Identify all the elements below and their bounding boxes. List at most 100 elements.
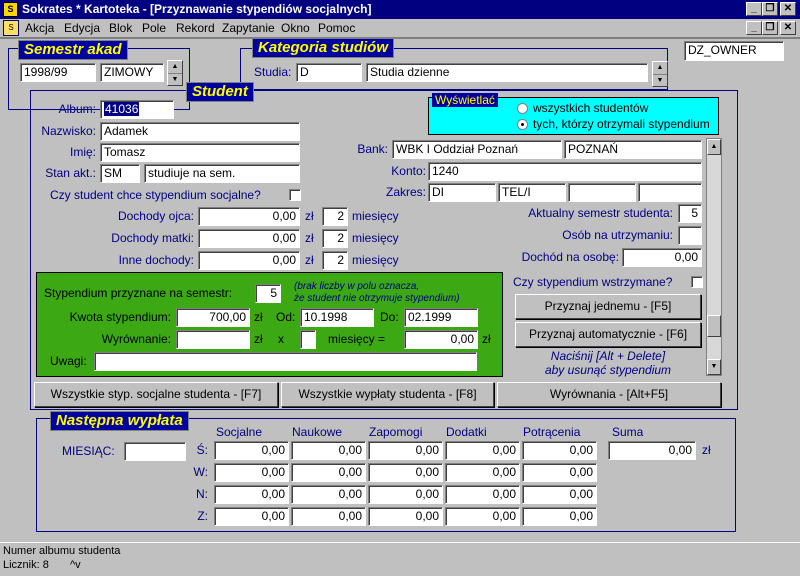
menu-akcja[interactable]: Akcja [25,21,54,35]
child-minimize-button[interactable]: _ [746,21,762,35]
zakres-field-1[interactable]: DI [428,183,496,202]
kwota-label: Kwota stypendium: [69,310,171,324]
cell-w-naukowe: 0,00 [291,463,366,482]
do-field[interactable]: 02.1999 [404,308,478,327]
scroll-thumb[interactable] [707,315,721,337]
semestr-caption: Semestr akad [18,40,128,60]
semestr-season-field[interactable]: ZIMOWY [100,63,164,82]
child-close-button[interactable]: ✕ [780,21,796,35]
zl-label: zł [305,209,314,223]
wszystkie-wyplaty-button[interactable]: Wszystkie wypłaty studenta - [F8] [281,382,494,407]
status-bar: Numer albumu studenta Licznik: 8 ^v [0,542,800,576]
spin-up-icon[interactable]: ▲ [168,61,182,73]
scroll-down-icon[interactable]: ▼ [707,359,721,375]
menu-rekord[interactable]: Rekord [176,21,215,35]
bank-label: Bank: [357,142,388,156]
header-naukowe: Naukowe [292,425,343,439]
od-label: Od: [276,310,296,324]
radio-with-scholarship[interactable] [517,119,528,130]
dochody-ojca-months-field[interactable]: 2 [322,207,348,226]
cell-z-zapomogi: 0,00 [368,507,443,526]
imie-label: Imię: [69,145,96,159]
semestr-spinner[interactable]: ▲ ▼ [167,60,183,86]
nazwisko-label: Nazwisko: [41,124,96,138]
wyrownanie-months-field[interactable] [300,330,316,349]
bank-name-field[interactable]: WBK I Oddział Poznań [392,140,562,159]
chce-label: Czy student chce stypendium socjalne? [50,188,261,202]
dochody-ojca-field[interactable]: 0,00 [198,207,300,226]
imie-field[interactable]: Tomasz [100,143,300,162]
wyswietlac-caption: Wyświetlać [432,93,498,107]
delete-hint: Naciśnij [Alt + Delete] aby usunąć stype… [510,349,706,377]
menu-zapytanie[interactable]: Zapytanie [222,21,275,35]
cell-z-socjalne: 0,00 [214,507,289,526]
przyznaj-jednemu-button[interactable]: Przyznaj jednemu - [F5] [515,294,701,319]
menu-blok[interactable]: Blok [109,21,132,35]
wstrzymane-label: Czy stypendium wstrzymane? [513,275,673,289]
wstrzymane-checkbox[interactable] [691,276,703,288]
wyrownania-button[interactable]: Wyrównania - [Alt+F5] [497,382,721,407]
sem-przyznany-field[interactable]: 5 [255,284,281,303]
zakres-field-2[interactable]: TEL/I [498,183,566,202]
row-label-n: N: [196,487,208,501]
studia-name-field[interactable]: Studia dzienne [366,63,648,82]
radio-all-students[interactable] [517,103,528,114]
miesiac-field[interactable] [124,442,186,461]
osob-label: Osób na utrzymaniu: [562,228,673,242]
kwota-field[interactable]: 700,00 [176,308,250,327]
menu-pole[interactable]: Pole [142,21,166,35]
minimize-button[interactable]: _ [746,2,762,16]
kategoria-spinner[interactable]: ▲ ▼ [652,61,668,87]
dochody-matki-months-field[interactable]: 2 [322,229,348,248]
close-button[interactable]: ✕ [780,2,796,16]
konto-field[interactable]: 1240 [428,162,702,181]
cell-s-dodatki: 0,00 [445,441,520,460]
stan-code-field[interactable]: SM [100,164,140,183]
kwota-zl-label: zł [254,310,263,324]
radio-with-scholarship-label: tych, którzy otrzymali stypendium [533,117,710,131]
dochody-matki-field[interactable]: 0,00 [198,229,300,248]
status-message: Numer albumu studenta [3,545,121,557]
zakres-field-3[interactable] [568,183,636,202]
osob-field[interactable] [678,226,702,245]
nazwisko-field[interactable]: Adamek [100,122,300,141]
wyrownanie-zl-label: zł [254,332,263,346]
maximize-button[interactable]: ❐ [762,2,778,16]
header-zapomogi: Zapomogi [369,425,423,439]
chce-checkbox[interactable] [289,189,301,201]
wyrownanie-total-zl-label: zł [482,332,491,346]
spin-up-icon[interactable]: ▲ [653,62,667,74]
menu-okno[interactable]: Okno [281,21,310,35]
wyrownanie-field[interactable] [176,330,250,349]
scroll-up-icon[interactable]: ▲ [707,139,721,155]
studia-code-field[interactable]: D [296,63,362,82]
row-label-w: W: [193,465,208,479]
records-scrollbar[interactable]: ▲ ▼ [706,138,722,376]
cell-s-naukowe: 0,00 [291,441,366,460]
child-restore-button[interactable]: ❐ [762,21,778,35]
menu-pomoc[interactable]: Pomoc [318,21,355,35]
uwagi-field[interactable] [94,352,477,371]
inne-dochody-months-field[interactable]: 2 [322,251,348,270]
spin-down-icon[interactable]: ▼ [653,74,667,86]
przyznaj-automatycznie-button[interactable]: Przyznaj automatycznie - [F6] [515,322,701,347]
od-field[interactable]: 10.1998 [300,308,374,327]
aktualny-semestr-label: Aktualny semestr studenta: [528,206,673,220]
document-icon[interactable]: S [3,20,19,36]
menu-edycja[interactable]: Edycja [64,21,100,35]
delete-hint-line-1: Naciśnij [Alt + Delete] [550,349,666,363]
wszystkie-stypendia-button[interactable]: Wszystkie styp. socjalne studenta - [F7] [34,382,278,407]
cell-w-potracenia: 0,00 [522,463,597,482]
cell-z-dodatki: 0,00 [445,507,520,526]
spin-down-icon[interactable]: ▼ [168,73,182,85]
cell-n-dodatki: 0,00 [445,485,520,504]
miesiecy-label: miesięcy [352,209,399,223]
zakres-field-4[interactable] [638,183,702,202]
inne-dochody-label: Inne dochody: [118,253,194,267]
nastepna-caption: Następna wypłata [50,411,189,431]
stypendium-note-2: że student nie otrzymuje stypendium) [294,293,460,304]
cell-z-naukowe: 0,00 [291,507,366,526]
album-field[interactable]: 41036 [100,100,174,119]
inne-dochody-field[interactable]: 0,00 [198,251,300,270]
semestr-year-field[interactable]: 1998/99 [20,63,96,82]
